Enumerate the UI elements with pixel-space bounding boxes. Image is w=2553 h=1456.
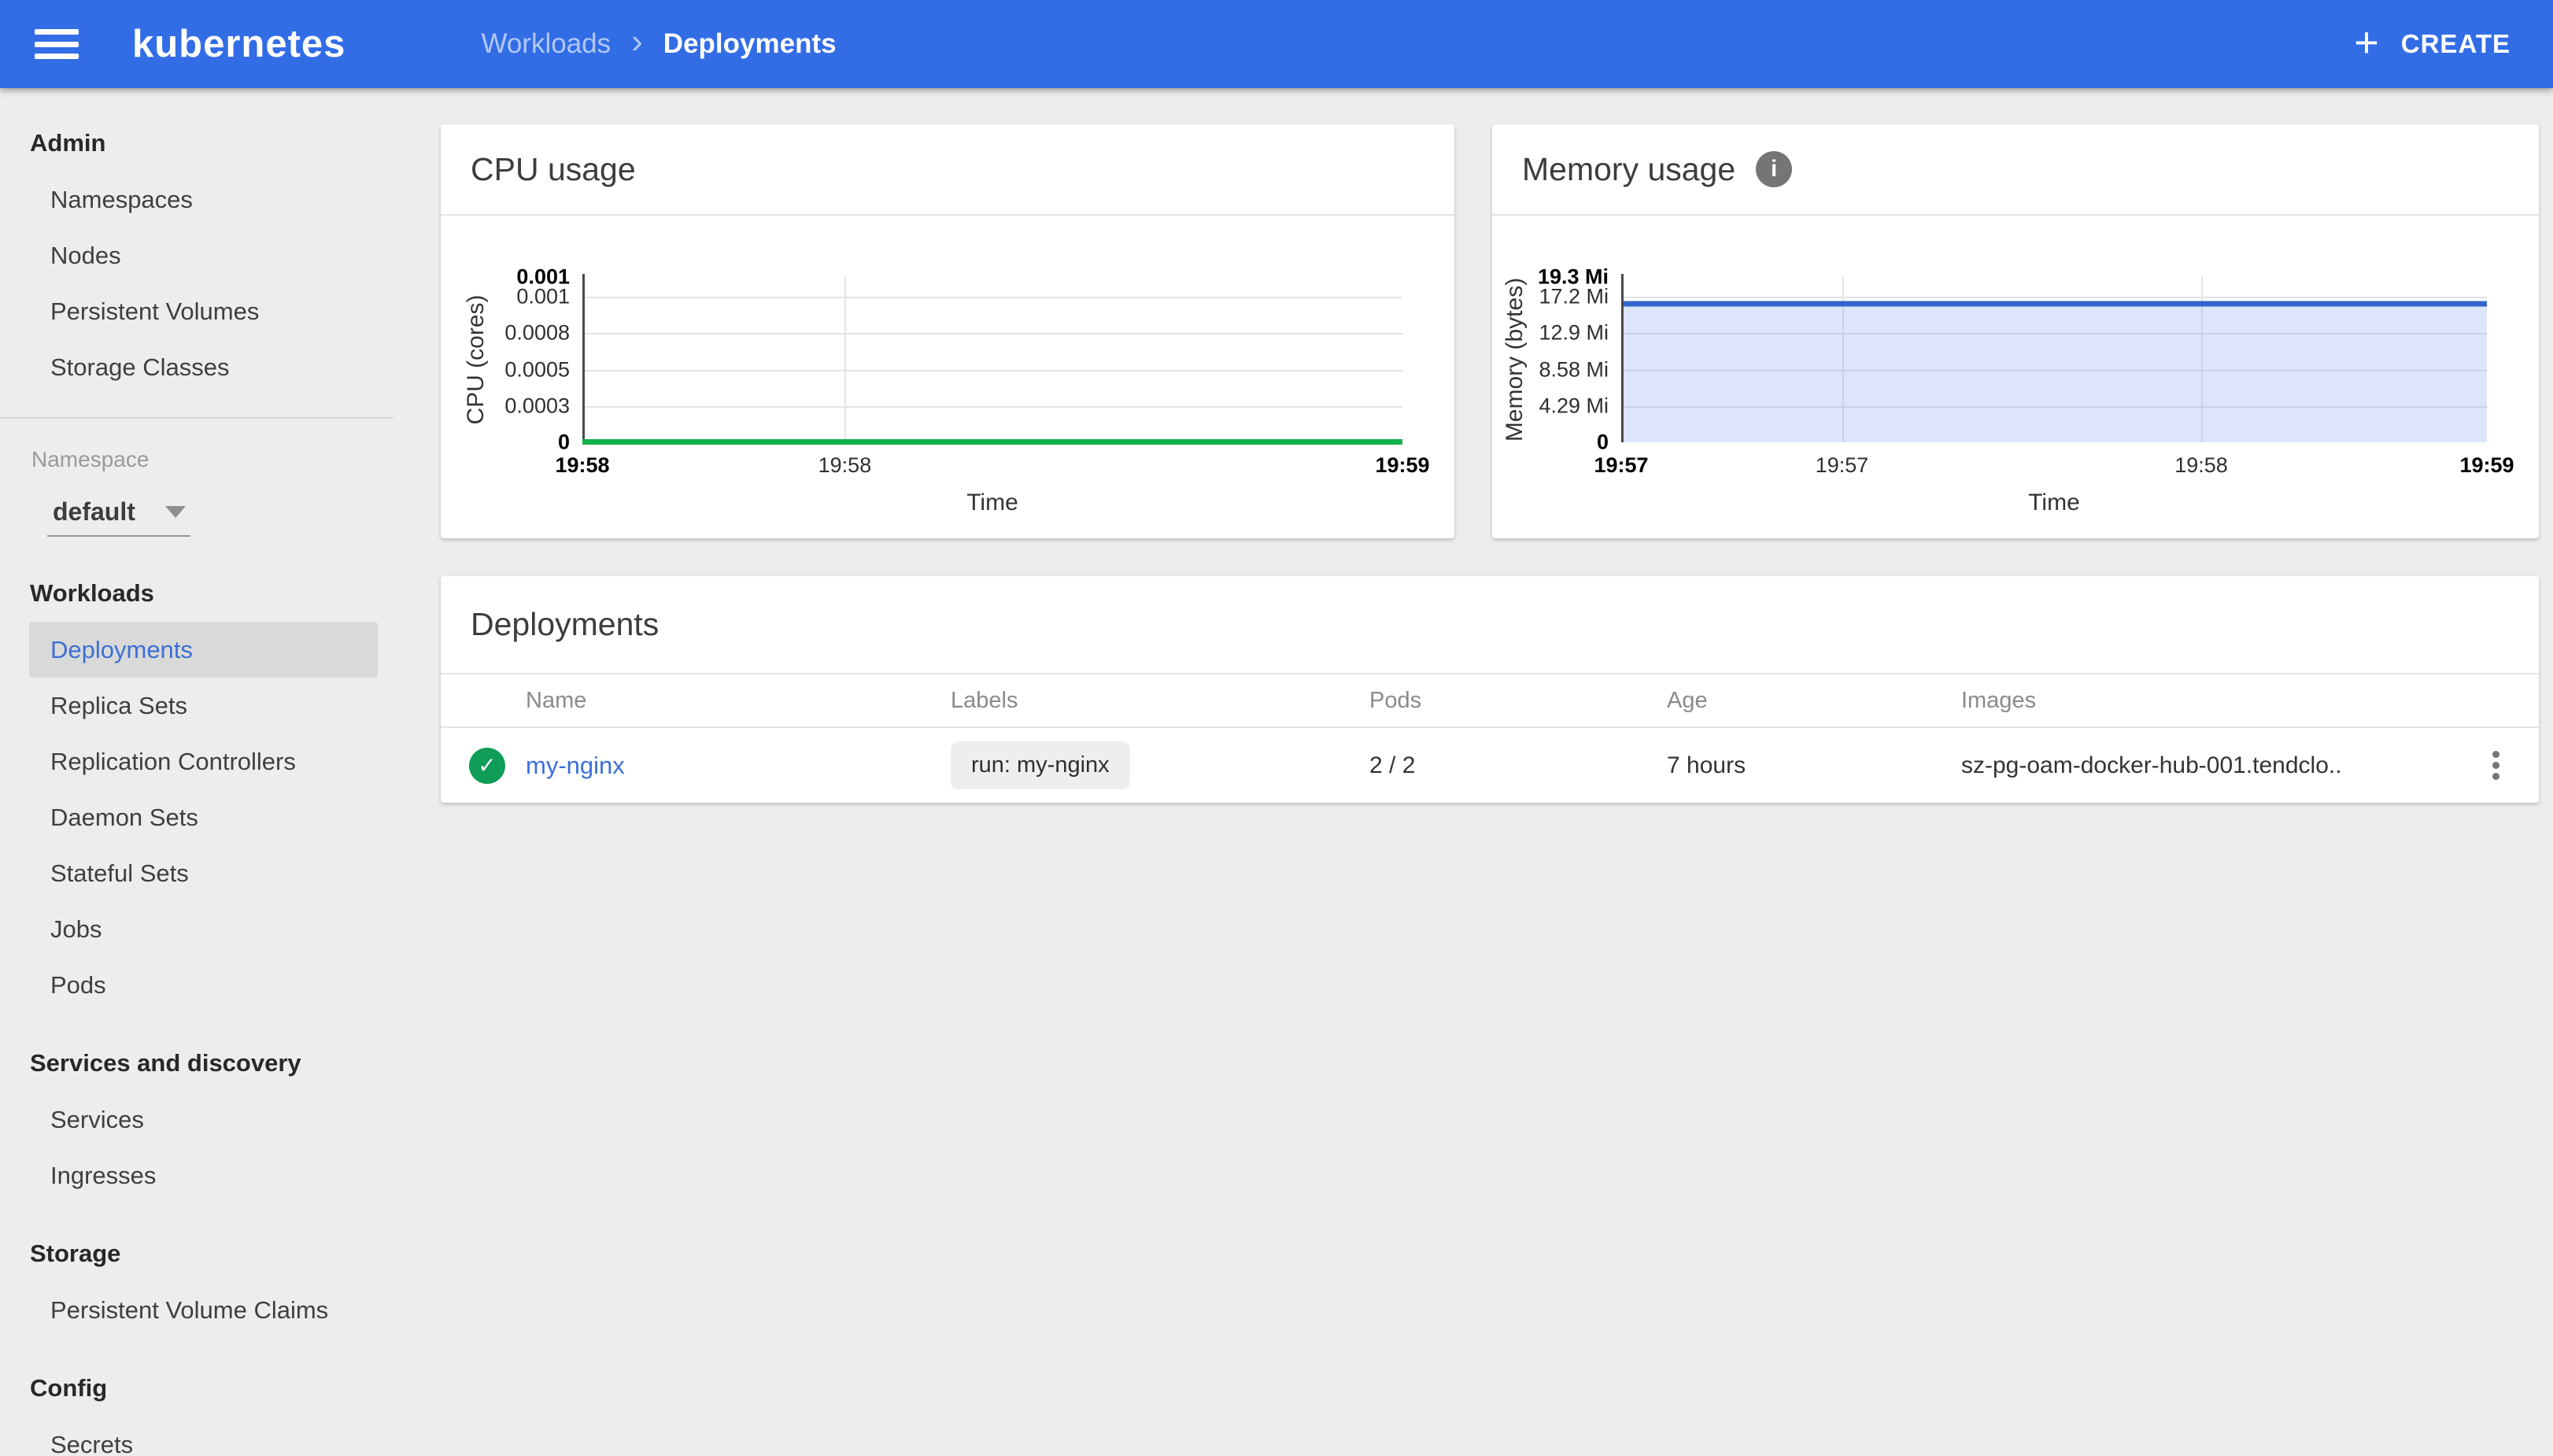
column-header-labels: Labels	[951, 687, 1018, 713]
sidebar-item-daemon-sets[interactable]: Daemon Sets	[29, 789, 378, 845]
cpu-usage-card: CPU usage CPU (cores) 0.001 0.001 0.0008…	[441, 124, 1454, 538]
info-icon[interactable]: i	[1756, 151, 1793, 187]
sidebar-item-services[interactable]: Services	[29, 1092, 378, 1147]
menu-icon[interactable]	[35, 29, 79, 59]
memory-usage-chart: Memory (bytes) 19.3 Mi 17.2 Mi 12.9 Mi 8…	[1502, 264, 2514, 516]
sidebar-item-replica-sets[interactable]: Replica Sets	[29, 678, 378, 734]
sidebar-item-nodes[interactable]: Nodes	[29, 227, 378, 283]
memory-series-line	[1621, 301, 2487, 307]
memory-usage-title: Memory usage	[1522, 150, 1736, 187]
plus-icon: +	[2354, 19, 2379, 66]
deployments-table-header: Name Labels Pods Age Images	[441, 673, 2539, 728]
cpu-usage-title: CPU usage	[471, 150, 636, 187]
column-header-pods: Pods	[1369, 687, 1422, 713]
sidebar-item-storage-classes[interactable]: Storage Classes	[29, 339, 378, 395]
namespace-select[interactable]: default	[47, 488, 190, 537]
namespace-select-value: default	[53, 497, 135, 526]
memory-usage-title-row: Memory usage i	[1492, 124, 2539, 214]
column-header-name: Name	[526, 687, 587, 713]
top-app-bar: kubernetes Workloads › Deployments + CRE…	[0, 0, 2553, 88]
column-header-images: Images	[1961, 687, 2037, 713]
deployments-card: Deployments Name Labels Pods Age Images …	[441, 576, 2539, 803]
table-row[interactable]: ✓ my-nginx run: my-nginx 2 / 2 7 hours s…	[441, 728, 2539, 803]
breadcrumb-parent[interactable]: Workloads	[481, 28, 611, 60]
sidebar-section-config: Config	[30, 1374, 108, 1402]
sidebar-item-pods[interactable]: Pods	[29, 957, 378, 1013]
cpu-x-axis-title: Time	[966, 490, 1018, 516]
images-cell: sz-pg-oam-docker-hub-001.tendclo..	[1961, 752, 2342, 778]
sidebar-section-storage: Storage	[30, 1240, 121, 1267]
memory-y-axis-title: Memory (bytes)	[1502, 277, 1528, 442]
pods-cell: 2 / 2	[1369, 752, 1416, 778]
sidebar-section-admin: Admin	[30, 129, 106, 157]
cpu-usage-chart: CPU (cores) 0.001 0.001 0.0008 0.0005 0.…	[463, 264, 1430, 516]
sidebar-item-ingresses[interactable]: Ingresses	[29, 1147, 378, 1203]
sidebar-item-namespaces[interactable]: Namespaces	[29, 172, 378, 227]
memory-series-area	[1621, 303, 2487, 442]
breadcrumb-current: Deployments	[663, 28, 837, 59]
main-content: CPU usage CPU (cores) 0.001 0.001 0.0008…	[393, 88, 2553, 1456]
memory-usage-card: Memory usage i Memory (bytes) 19.3 Mi 17…	[1492, 124, 2539, 538]
namespace-selector-label: Namespace	[31, 447, 150, 471]
chevron-right-icon: ›	[631, 22, 643, 61]
app-logo[interactable]: kubernetes	[132, 22, 345, 66]
memory-x-axis-title: Time	[2028, 490, 2080, 516]
sidebar-item-deployments[interactable]: Deployments	[29, 622, 378, 678]
breadcrumb: Workloads › Deployments	[481, 24, 836, 64]
sidebar-item-secrets[interactable]: Secrets	[29, 1417, 378, 1456]
memory-ytick-zero: 0	[1596, 430, 1609, 454]
sidebar-nav: Admin Namespaces Nodes Persistent Volume…	[0, 88, 393, 1456]
labels-chip: run: my-nginx	[951, 741, 1130, 789]
column-header-age: Age	[1667, 687, 1708, 713]
sidebar-item-stateful-sets[interactable]: Stateful Sets	[29, 845, 378, 901]
cpu-y-axis-title: CPU (cores)	[463, 294, 489, 425]
sidebar-item-jobs[interactable]: Jobs	[29, 901, 378, 957]
sidebar-item-persistent-volume-claims[interactable]: Persistent Volume Claims	[29, 1282, 378, 1338]
sidebar-section-services-discovery: Services and discovery	[30, 1049, 301, 1077]
age-cell: 7 hours	[1667, 752, 1746, 778]
create-button-label: CREATE	[2400, 29, 2511, 58]
chevron-down-icon	[165, 505, 186, 518]
cpu-ytick-zero: 0	[557, 430, 570, 454]
sidebar-item-replication-controllers[interactable]: Replication Controllers	[29, 734, 378, 789]
deployments-table-title: Deployments	[471, 606, 659, 642]
sidebar-item-persistent-volumes[interactable]: Persistent Volumes	[29, 283, 378, 339]
more-vert-icon[interactable]	[2481, 742, 2511, 789]
sidebar-section-workloads: Workloads	[30, 579, 154, 607]
create-button[interactable]: + CREATE	[2354, 21, 2511, 67]
status-ok-icon: ✓	[469, 747, 505, 784]
deployment-name-link[interactable]: my-nginx	[526, 752, 951, 780]
sidebar-divider	[0, 417, 393, 419]
